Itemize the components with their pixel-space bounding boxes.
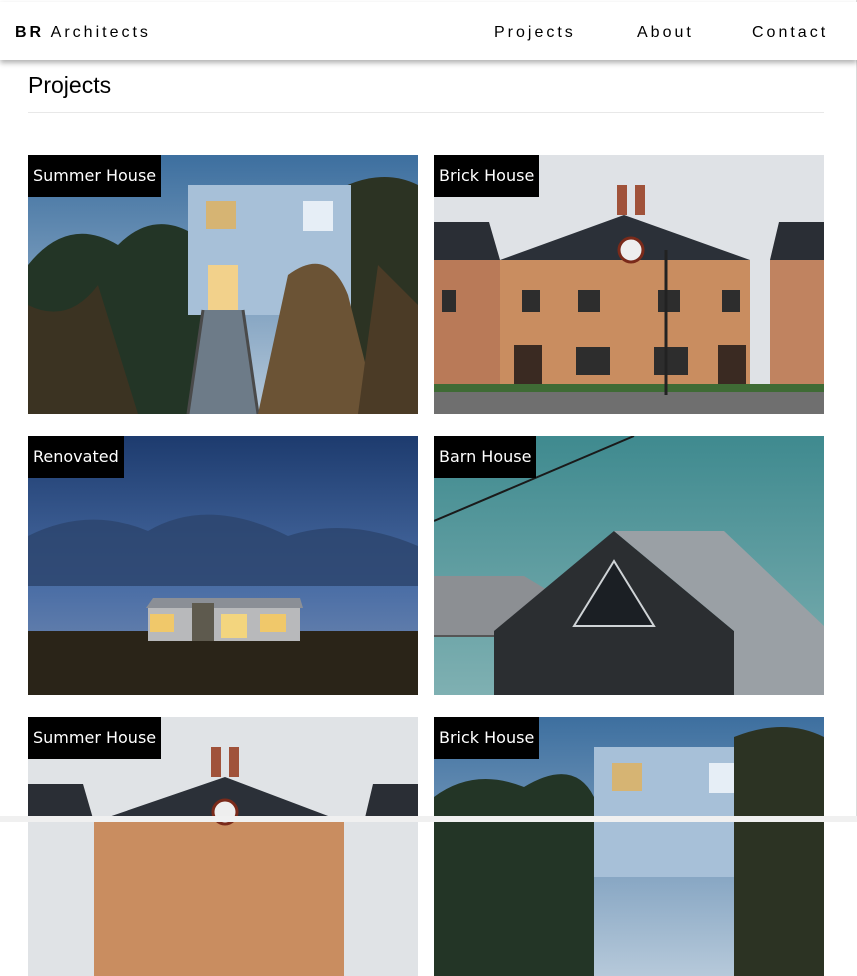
project-card-summer-house-2[interactable]: Summer House: [28, 717, 418, 976]
project-card-brick-house[interactable]: Brick House: [434, 155, 824, 414]
project-card-summer-house[interactable]: Summer House: [28, 155, 418, 414]
card-title: Summer House: [28, 717, 162, 759]
project-card-renovated[interactable]: Renovated: [28, 436, 418, 695]
card-title: Brick House: [434, 717, 540, 759]
brand-initials: BR: [15, 24, 45, 41]
project-card-barn-house[interactable]: Barn House: [434, 436, 824, 695]
brand-logo[interactable]: BR Architects: [15, 24, 151, 42]
page-title: Projects: [28, 72, 112, 98]
nav-link-about[interactable]: About: [637, 24, 694, 42]
horizontal-scrollbar[interactable]: [0, 816, 857, 822]
card-title: Renovated: [28, 436, 124, 478]
brand-name: Architects: [50, 24, 151, 41]
top-navbar: BR Architects Projects About Contact: [0, 2, 857, 60]
nav-link-contact[interactable]: Contact: [752, 24, 828, 42]
card-title: Barn House: [434, 436, 537, 478]
title-divider: [28, 112, 824, 113]
nav-link-projects[interactable]: Projects: [494, 24, 576, 42]
card-title: Brick House: [434, 155, 540, 197]
project-card-brick-house-2[interactable]: Brick House: [434, 717, 824, 976]
card-title: Summer House: [28, 155, 162, 197]
